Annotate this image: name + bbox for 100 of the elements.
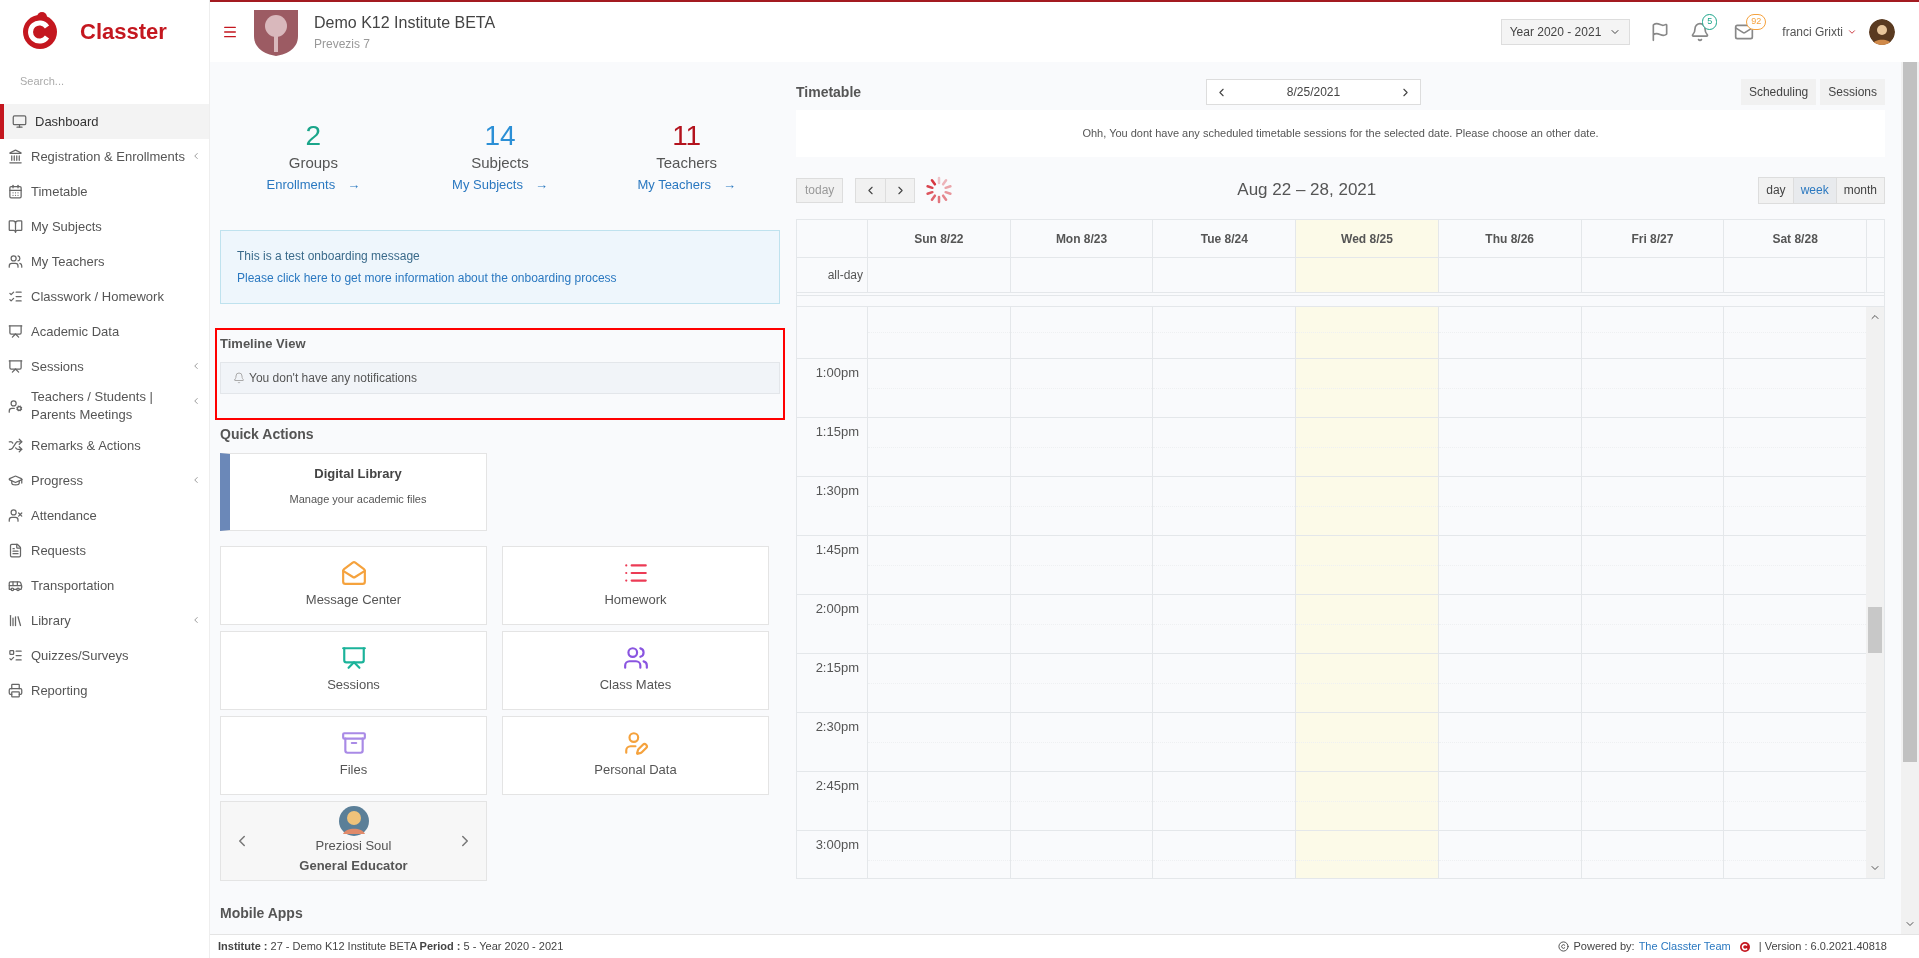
- sidebar-item[interactable]: My Teachers: [0, 244, 209, 279]
- menu-icon[interactable]: [222, 24, 238, 40]
- checklist-icon: [8, 648, 23, 663]
- stat-label: Groups: [288, 153, 338, 173]
- mobile-apps-title: Mobile Apps: [220, 903, 304, 923]
- sidebar-item[interactable]: Academic Data: [0, 314, 209, 349]
- sidebar-item[interactable]: Requests: [0, 533, 209, 568]
- sidebar-item[interactable]: Sessions: [0, 349, 209, 384]
- timetable-button[interactable]: Sessions: [1820, 79, 1885, 105]
- sidebar-item[interactable]: Attendance: [0, 498, 209, 533]
- time-label: 2:15pm: [815, 660, 859, 675]
- sidebar-label: Dashboard: [35, 112, 99, 131]
- book-icon: [8, 219, 23, 234]
- calendar-icon: [8, 184, 23, 199]
- notification-bar: You don't have any notifications: [220, 361, 780, 394]
- footer-info: Institute : 27 - Demo K12 Institute BETA Period : 5 - Year 2020 - 2021: [218, 939, 564, 955]
- search-field[interactable]: Search...: [12, 66, 197, 96]
- chevron-icon: [191, 396, 201, 406]
- stat-value: 11: [672, 120, 702, 152]
- mail-icon[interactable]: [1734, 22, 1755, 42]
- timetable-title: Timetable: [796, 82, 863, 102]
- onboarding-link[interactable]: Please click here to get more information about the onboarding process: [237, 269, 763, 287]
- scrollbar-thumb[interactable]: [1868, 607, 1882, 653]
- sidebar-label: Transportation: [31, 576, 115, 595]
- presentation-icon: [340, 645, 367, 672]
- user-menu[interactable]: franci Grixti: [1782, 23, 1857, 41]
- sidebar-label: Reporting: [31, 681, 88, 700]
- stat-link[interactable]: My Teachers →: [637, 174, 736, 194]
- sidebar-label: Library: [31, 611, 71, 630]
- sidebar-label: Remarks & Actions: [31, 436, 141, 455]
- sidebar-label: Timetable: [31, 182, 88, 201]
- flag-icon[interactable]: [1650, 22, 1671, 42]
- featured-card[interactable]: Digital Library Manage your academic files: [220, 452, 487, 531]
- message-badge: 92: [1746, 14, 1767, 30]
- bell-icon[interactable]: [1690, 22, 1711, 42]
- educator-name: Preziosi Soul: [315, 837, 392, 855]
- scrollbar-thumb[interactable]: [1903, 62, 1917, 762]
- quick-action-tile[interactable]: Message Center: [220, 545, 487, 625]
- sidebar-label: Classwork / Homework: [31, 287, 164, 306]
- bank-icon: [8, 149, 23, 164]
- sidebar-label: Academic Data: [31, 322, 120, 341]
- page-scrollbar[interactable]: [1901, 62, 1919, 934]
- day-header: Thu 8/26: [1437, 220, 1581, 257]
- sidebar-item[interactable]: Remarks & Actions: [0, 428, 209, 463]
- time-label: 1:00pm: [815, 365, 859, 380]
- sidebar-item[interactable]: Library: [0, 603, 209, 638]
- stat-label: Subjects: [471, 153, 529, 173]
- bus-icon: [8, 578, 23, 593]
- graduation-cap-icon: [8, 473, 23, 488]
- document-icon: [8, 543, 23, 558]
- sidebar-item[interactable]: Timetable: [0, 174, 209, 209]
- quick-action-tile[interactable]: Class Mates: [502, 630, 769, 710]
- sidebar-label: My Teachers: [31, 252, 105, 271]
- open-envelope-icon: [340, 560, 367, 587]
- user-x-icon: [8, 508, 23, 523]
- view-tab[interactable]: day: [1759, 177, 1793, 203]
- monitor-icon: [12, 114, 27, 129]
- time-label: 1:45pm: [815, 542, 859, 557]
- sidebar-item[interactable]: Teachers / Students | Parents Meetings: [0, 384, 209, 428]
- sidebar-label: Registration & Enrollments: [31, 147, 185, 166]
- stat-link[interactable]: My Subjects →: [452, 174, 548, 194]
- sidebar-item[interactable]: Reporting: [0, 673, 209, 708]
- stat-value: 2: [305, 120, 322, 152]
- sidebar-item[interactable]: Transportation: [0, 568, 209, 603]
- sidebar-item[interactable]: Progress: [0, 463, 209, 498]
- stat-link[interactable]: Enrollments →: [266, 174, 361, 194]
- time-label: 2:30pm: [815, 719, 859, 734]
- presentation-icon: [8, 324, 23, 339]
- timetable-button[interactable]: Scheduling: [1740, 79, 1817, 105]
- checklist-icon: [8, 289, 23, 304]
- institute-address: Prevezis 7: [314, 36, 372, 53]
- shuffle-icon: [8, 438, 23, 453]
- quick-action-tile[interactable]: Personal Data: [502, 715, 769, 795]
- day-header: Fri 8/27: [1580, 220, 1724, 257]
- quick-action-tile[interactable]: Homework: [502, 545, 769, 625]
- view-tab[interactable]: month: [1835, 177, 1884, 203]
- quick-action-tile[interactable]: Sessions: [220, 630, 487, 710]
- day-header: Sat 8/28: [1723, 220, 1866, 257]
- sidebar-label: My Subjects: [31, 217, 102, 236]
- sidebar-item[interactable]: Registration & Enrollments: [0, 139, 209, 174]
- date-picker[interactable]: 8/25/2021: [1206, 79, 1421, 105]
- sidebar-item[interactable]: Classwork / Homework: [0, 279, 209, 314]
- sidebar-item[interactable]: My Subjects: [0, 209, 209, 244]
- featured-title: Digital Library: [314, 464, 402, 483]
- day-header: Wed 8/25: [1295, 220, 1438, 257]
- sidebar-label: Quizzes/Surveys: [31, 646, 129, 665]
- brand-name: Classter: [80, 17, 167, 46]
- stat-label: Teachers: [656, 153, 718, 173]
- sidebar-item[interactable]: Quizzes/Surveys: [0, 638, 209, 673]
- year-select[interactable]: Year 2020 - 2021: [1500, 19, 1631, 45]
- time-label: 1:15pm: [815, 424, 859, 439]
- featured-subtitle: Manage your academic files: [289, 492, 427, 507]
- view-tab[interactable]: week: [1792, 177, 1836, 203]
- time-label: 1:30pm: [815, 483, 859, 498]
- calendar-scrollbar[interactable]: [1866, 307, 1884, 878]
- quick-action-tile[interactable]: Files: [220, 715, 487, 795]
- team-link[interactable]: The Classter Team: [1638, 938, 1731, 955]
- sidebar-item[interactable]: Dashboard: [0, 104, 209, 139]
- all-day-label: all-day: [827, 267, 863, 284]
- chevron-icon: [191, 361, 201, 371]
